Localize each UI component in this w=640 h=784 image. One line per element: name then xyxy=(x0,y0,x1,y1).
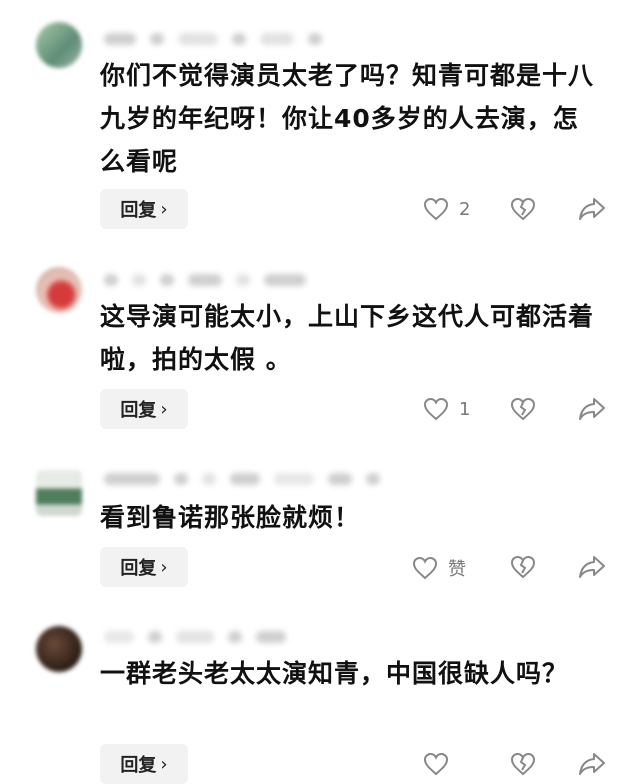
comment-text: 看到鲁诺那张脸就烦！ xyxy=(100,503,361,532)
like-button[interactable]: 赞 xyxy=(412,555,466,581)
avatar[interactable] xyxy=(36,267,82,313)
avatar[interactable] xyxy=(36,22,82,68)
comment-text: 你们不觉得演员太老了吗？知青可都是十八九岁的年纪呀！你让40多岁的人去演，怎么看… xyxy=(100,61,595,176)
avatar[interactable] xyxy=(36,626,82,672)
broken-heart-icon[interactable] xyxy=(510,397,536,421)
avatar[interactable] xyxy=(36,470,82,516)
share-arrow-icon[interactable] xyxy=(578,196,606,222)
username-blurred[interactable] xyxy=(104,628,286,646)
username-blurred[interactable] xyxy=(104,30,322,48)
share-arrow-icon[interactable] xyxy=(578,751,606,777)
comment-actions: 1 xyxy=(0,389,640,429)
heart-icon xyxy=(412,556,438,580)
like-count: 赞 xyxy=(448,559,466,580)
heart-icon xyxy=(423,752,449,776)
heart-icon xyxy=(423,397,449,421)
comment-item: 看到鲁诺那张脸就烦！ 回复 › 赞 xyxy=(0,460,640,620)
comment-item: 你们不觉得演员太老了吗？知青可都是十八九岁的年纪呀！你让40多岁的人去演，怎么看… xyxy=(0,0,640,245)
share-arrow-icon[interactable] xyxy=(578,554,606,580)
share-arrow-icon[interactable] xyxy=(578,396,606,422)
like-button[interactable] xyxy=(423,752,459,776)
broken-heart-icon[interactable] xyxy=(510,555,536,579)
broken-heart-icon[interactable] xyxy=(510,752,536,776)
comment-text: 这导演可能太小，上山下乡这代人可都活着啦，拍的太假 。 xyxy=(100,302,595,374)
like-button[interactable]: 2 xyxy=(423,197,470,221)
comment-actions: 赞 xyxy=(0,547,640,587)
heart-icon xyxy=(423,197,449,221)
username-blurred[interactable] xyxy=(104,470,380,488)
like-count: 2 xyxy=(459,198,471,220)
comment-item: 一群老头老太太演知青，中国很缺人吗？ 回复 › xyxy=(0,620,640,784)
comment-actions xyxy=(0,744,640,784)
like-button[interactable]: 1 xyxy=(423,397,470,421)
broken-heart-icon[interactable] xyxy=(510,197,536,221)
comment-item: 这导演可能太小，上山下乡这代人可都活着啦，拍的太假 。 回复 › 1 xyxy=(0,245,640,460)
username-blurred[interactable] xyxy=(104,271,306,289)
like-count: 1 xyxy=(459,398,471,420)
comment-text: 一群老头老太太演知青，中国很缺人吗？ xyxy=(100,659,569,688)
comment-actions: 2 xyxy=(0,189,640,229)
